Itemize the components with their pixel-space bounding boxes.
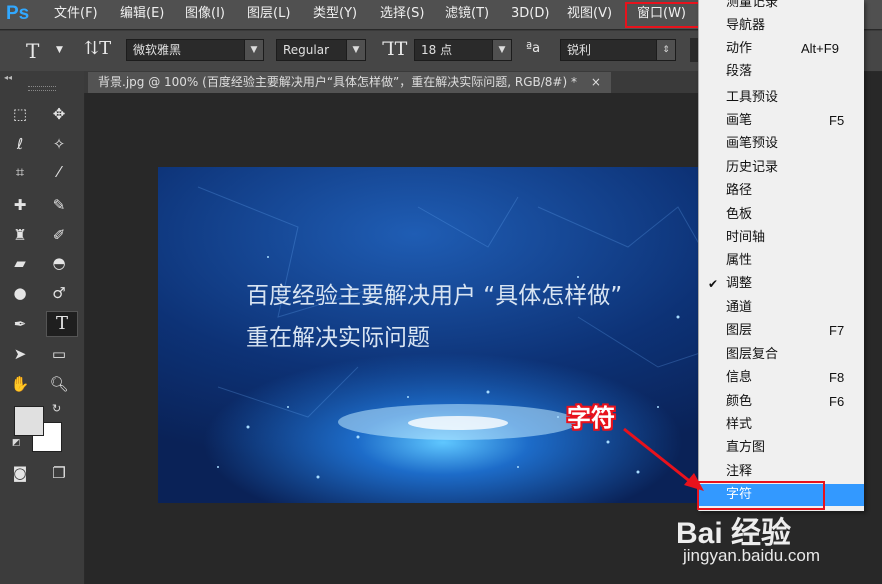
font-style-select[interactable]: Regular ▼ — [276, 39, 366, 61]
menu-item-notes[interactable]: 注释 — [699, 461, 864, 483]
swap-colors-icon[interactable]: ↻ — [52, 402, 61, 415]
font-family-select[interactable]: 微软雅黑 ▼ — [126, 39, 264, 61]
marquee-icon[interactable]: ⬚ — [9, 103, 31, 125]
menu-image[interactable]: 图像(I) — [185, 5, 225, 23]
menu-item-measurement-log[interactable]: 测量记录 — [699, 0, 864, 14]
menu-item-brush[interactable]: 画笔 F5 — [699, 110, 864, 132]
window-menu-highlight-box — [625, 2, 703, 28]
menu-item-navigator[interactable]: 导航器 — [699, 15, 864, 37]
align-left-button[interactable] — [690, 38, 698, 62]
menu-item-history[interactable]: 历史记录 — [699, 157, 864, 179]
menu-file[interactable]: 文件(F) — [54, 5, 98, 23]
annotation-label: 字符 — [567, 404, 615, 432]
crop-icon[interactable]: ⌗ — [9, 161, 31, 183]
antialias-select[interactable]: 锐利 ⇕ — [560, 39, 676, 61]
type-tool-preset-icon[interactable]: T — [26, 39, 39, 63]
chevron-updown-icon: ⇕ — [656, 40, 675, 60]
chevron-down-icon: ▼ — [244, 40, 263, 60]
canvas-headline: 百度经验主要解决用户 “具体怎样做” — [246, 283, 623, 309]
clone-stamp-icon[interactable]: ♜ — [9, 224, 31, 246]
menu-item-histogram[interactable]: 直方图 — [699, 437, 864, 459]
quick-mask-icon[interactable]: ◙ — [9, 462, 31, 484]
menu-select[interactable]: 选择(S) — [380, 5, 424, 23]
lasso-icon[interactable]: ℓ — [9, 133, 31, 155]
screen-mode-icon[interactable]: ❐ — [48, 462, 70, 484]
document-tab-title: 背景.jpg @ 100% (百度经验主要解决用户“具体怎样做”，重在解决实际问… — [98, 75, 577, 89]
collapse-icon[interactable]: ◂◂ — [4, 73, 12, 82]
dodge-icon[interactable]: ♂ — [48, 282, 70, 304]
eyedropper-icon[interactable]: ⁄ — [48, 161, 70, 183]
font-size-select[interactable]: 18 点 ▼ — [414, 39, 512, 61]
close-icon[interactable]: × — [591, 75, 601, 89]
foreground-color-swatch[interactable] — [14, 406, 44, 436]
menu-item-properties[interactable]: 属性 — [699, 250, 864, 272]
text-orientation-icon[interactable]: ⇅T — [84, 38, 111, 59]
antialias-icon: ªa — [526, 41, 541, 56]
menu-item-paragraph[interactable]: 段落 — [699, 61, 864, 83]
chevron-down-icon: ▼ — [346, 40, 365, 60]
hand-icon[interactable]: ✋ — [9, 373, 31, 395]
shape-icon[interactable]: ▭ — [48, 343, 70, 365]
menu-item-actions[interactable]: 动作 Alt+F9 — [699, 38, 864, 60]
zoom-icon[interactable]: 🔍︎ — [48, 373, 70, 395]
blur-icon[interactable]: ● — [9, 282, 31, 304]
menu-view[interactable]: 视图(V) — [567, 5, 612, 23]
font-size-value: 18 点 — [421, 43, 453, 57]
type-tool-icon[interactable]: T — [46, 311, 78, 337]
annotation-arrow-icon — [623, 427, 704, 491]
history-brush-icon[interactable]: ✐ — [48, 224, 70, 246]
menu-item-styles[interactable]: 样式 — [699, 414, 864, 436]
menu-layer[interactable]: 图层(L) — [247, 5, 290, 23]
canvas-subline: 重在解决实际问题 — [246, 325, 430, 351]
preset-dropdown-icon[interactable]: ▼ — [56, 45, 63, 55]
paint-bucket-icon[interactable]: ◓ — [48, 252, 70, 274]
menu-3d[interactable]: 3D(D) — [511, 5, 549, 23]
menu-item-color[interactable]: 颜色 F6 — [699, 391, 864, 413]
watermark-url: jingyan.baidu.com — [683, 546, 821, 565]
character-highlight-box — [697, 481, 825, 510]
menu-item-channels[interactable]: 通道 — [699, 297, 864, 319]
healing-brush-icon[interactable]: ✚ — [9, 194, 31, 216]
checkmark-icon: ✔ — [708, 277, 719, 291]
menu-item-swatches[interactable]: 色板 — [699, 204, 864, 226]
menu-item-paths[interactable]: 路径 — [699, 180, 864, 202]
font-size-icon: ꞀT — [382, 38, 408, 60]
toolbar-grip[interactable] — [28, 86, 56, 91]
menu-item-brush-presets[interactable]: 画笔预设 — [699, 133, 864, 155]
font-style-value: Regular — [283, 43, 330, 57]
menu-item-info[interactable]: 信息 F8 — [699, 367, 864, 389]
window-dropdown-menu: 测量记录 导航器 动作 Alt+F9 段落 工具预设 画笔 F5 画笔预设 历史记录… — [698, 0, 864, 511]
menu-item-layers[interactable]: 图层 F7 — [699, 320, 864, 342]
font-family-value: 微软雅黑 — [133, 43, 182, 57]
document-tab[interactable]: 背景.jpg @ 100% (百度经验主要解决用户“具体怎样做”，重在解决实际问… — [88, 72, 611, 93]
move-icon[interactable]: ✥ — [48, 103, 70, 125]
menu-item-tool-presets[interactable]: 工具预设 — [699, 87, 864, 109]
brush-icon[interactable]: ✎ — [48, 194, 70, 216]
default-colors-icon[interactable]: ◩ — [12, 438, 21, 448]
photoshop-logo: Ps — [6, 3, 30, 24]
antialias-value: 锐利 — [567, 43, 592, 57]
pen-icon[interactable]: ✒ — [9, 313, 31, 335]
menu-item-adjustments[interactable]: ✔ 调整 — [699, 273, 864, 295]
menu-item-layer-comps[interactable]: 图层复合 — [699, 344, 864, 366]
eraser-icon[interactable]: ▰ — [9, 252, 31, 274]
menu-filter[interactable]: 滤镜(T) — [445, 5, 489, 23]
menu-item-timeline[interactable]: 时间轴 — [699, 227, 864, 249]
chevron-down-icon: ▼ — [492, 40, 511, 60]
menu-edit[interactable]: 编辑(E) — [120, 5, 164, 23]
magic-wand-icon[interactable]: ✧ — [48, 133, 70, 155]
path-selection-icon[interactable]: ➤ — [9, 343, 31, 365]
menu-type[interactable]: 类型(Y) — [313, 5, 357, 23]
